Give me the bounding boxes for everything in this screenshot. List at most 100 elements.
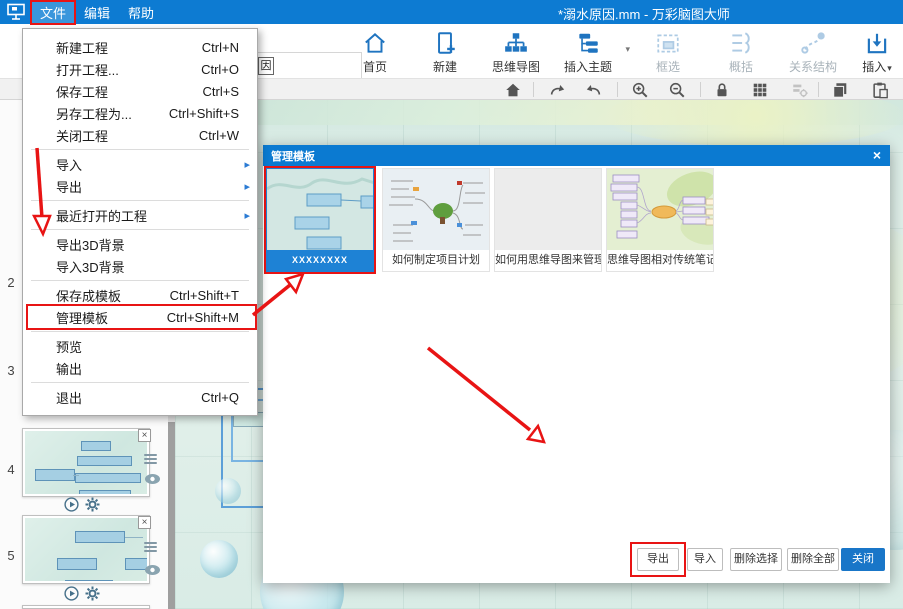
undo-icon[interactable] bbox=[582, 80, 606, 100]
menu-separator bbox=[31, 200, 249, 201]
slide-thumbnail-partial[interactable] bbox=[22, 605, 150, 609]
slide-menu-icon[interactable] bbox=[144, 540, 157, 554]
template-label: 如何用思维导图来管理工... bbox=[495, 250, 601, 271]
bubble-decoration bbox=[200, 540, 238, 578]
menu-item-export-3d-background[interactable]: 导出3D背景 bbox=[23, 233, 257, 255]
toolbar-summary-button[interactable]: 概括 bbox=[705, 28, 777, 76]
home-icon[interactable] bbox=[501, 80, 525, 100]
slide-number: 5 bbox=[4, 548, 18, 563]
slide-play-icon[interactable] bbox=[64, 497, 79, 517]
toolbar-insert-topic-button[interactable]: 插入主题 ▾ bbox=[552, 28, 624, 76]
slide-thumbnail-5[interactable] bbox=[22, 515, 150, 584]
slide-thumbnail-image bbox=[25, 518, 147, 581]
slide-number: 4 bbox=[4, 462, 18, 477]
toolbar-new-button[interactable]: 新建 bbox=[409, 28, 481, 76]
copy-icon[interactable] bbox=[828, 80, 852, 100]
menu-item-preview[interactable]: 预览 bbox=[23, 335, 257, 357]
toolbar-relationship-button[interactable]: 关系结构 bbox=[777, 28, 849, 76]
slide-number: 3 bbox=[4, 363, 18, 378]
template-label: XXXXXXXX bbox=[267, 250, 373, 271]
menu-separator bbox=[31, 229, 249, 230]
template-thumbnail bbox=[607, 169, 713, 252]
mindmap-icon bbox=[480, 28, 552, 58]
file-menu: 新建工程Ctrl+N 打开工程...Ctrl+O 保存工程Ctrl+S 另存工程… bbox=[22, 28, 258, 416]
slide-panel-scrollbar-thumb[interactable] bbox=[168, 422, 175, 609]
menu-item-save-project[interactable]: 保存工程Ctrl+S bbox=[23, 80, 257, 102]
dialog-close-icon[interactable]: × bbox=[873, 147, 881, 163]
template-label: 如何制定项目计划 bbox=[383, 250, 489, 271]
import-button[interactable]: 导入 bbox=[687, 548, 723, 571]
template-card[interactable]: 如何用思维导图来管理工... bbox=[494, 168, 602, 272]
zoom-out-icon[interactable] bbox=[665, 80, 689, 100]
slide-settings-icon[interactable] bbox=[85, 497, 100, 517]
menu-item-manage-templates[interactable]: 管理模板Ctrl+Shift+M bbox=[23, 306, 257, 328]
menu-item-save-project-as[interactable]: 另存工程为...Ctrl+Shift+S bbox=[23, 102, 257, 124]
slide-delete-icon[interactable]: × bbox=[138, 516, 151, 529]
dropdown-caret-icon[interactable]: ▾ bbox=[625, 44, 630, 55]
toolbar-insert-button[interactable]: 插入▾ bbox=[841, 28, 903, 76]
window-title: *溺水原因.mm - 万彩脑图大师 bbox=[558, 4, 730, 23]
toolbar-mindmap-button[interactable]: 思维导图 bbox=[480, 28, 552, 76]
zoom-in-icon[interactable] bbox=[628, 80, 652, 100]
template-card-selected[interactable]: XXXXXXXX bbox=[266, 168, 374, 272]
template-thumbnail bbox=[267, 169, 373, 252]
slide-controls bbox=[64, 497, 100, 517]
close-button[interactable]: 关闭 bbox=[841, 548, 885, 571]
new-document-icon bbox=[409, 28, 481, 58]
template-thumbnail bbox=[495, 169, 601, 252]
toolbar-marquee-select-button[interactable]: 框选 bbox=[632, 28, 704, 76]
delete-all-button[interactable]: 删除全部 bbox=[787, 548, 839, 571]
bubble-decoration bbox=[215, 478, 241, 504]
menu-item-save-as-template[interactable]: 保存成模板Ctrl+Shift+T bbox=[23, 284, 257, 306]
slide-delete-icon[interactable]: × bbox=[138, 429, 151, 442]
slide-thumbnail-image bbox=[25, 431, 147, 494]
dialog-header: 管理模板 × bbox=[263, 145, 890, 166]
grid-icon[interactable] bbox=[748, 80, 772, 100]
slide-number: 2 bbox=[4, 275, 18, 290]
menu-item-import-3d-background[interactable]: 导入3D背景 bbox=[23, 255, 257, 277]
slide-settings-icon[interactable] bbox=[85, 586, 100, 606]
export-button[interactable]: 导出 bbox=[637, 548, 679, 571]
submenu-arrow-icon: ▸ bbox=[244, 158, 250, 171]
slide-thumbnail-4[interactable] bbox=[22, 428, 150, 497]
menu-item-exit[interactable]: 退出Ctrl+Q bbox=[23, 386, 257, 408]
template-card[interactable]: 如何制定项目计划 bbox=[382, 168, 490, 272]
partial-topic-text: 因 bbox=[258, 57, 274, 75]
dialog-title: 管理模板 bbox=[271, 148, 315, 164]
summary-icon bbox=[705, 28, 777, 58]
slide-play-icon[interactable] bbox=[64, 586, 79, 606]
delete-selected-button[interactable]: 删除选择 bbox=[730, 548, 782, 571]
slide-menu-icon[interactable] bbox=[144, 452, 157, 466]
insert-icon bbox=[841, 28, 903, 58]
menu-item-output[interactable]: 输出 bbox=[23, 357, 257, 379]
submenu-arrow-icon: ▸ bbox=[244, 180, 250, 193]
menu-item-import[interactable]: 导入▸ bbox=[23, 153, 257, 175]
dropdown-caret-icon: ▾ bbox=[887, 63, 892, 73]
menu-separator bbox=[31, 149, 249, 150]
layout-settings-icon[interactable] bbox=[788, 80, 812, 100]
menu-edit[interactable]: 编辑 bbox=[75, 1, 119, 24]
paste-icon[interactable] bbox=[868, 80, 892, 100]
menu-separator bbox=[31, 331, 249, 332]
menu-file[interactable]: 文件 bbox=[31, 1, 75, 24]
menu-item-open-project[interactable]: 打开工程...Ctrl+O bbox=[23, 58, 257, 80]
lock-icon[interactable] bbox=[710, 80, 734, 100]
menu-item-new-project[interactable]: 新建工程Ctrl+N bbox=[23, 36, 257, 58]
menu-help[interactable]: 帮助 bbox=[119, 1, 163, 24]
manage-templates-dialog: 管理模板 × XXXXXXXX 如何制定项目计划 如何用思维导图来管理工... … bbox=[263, 145, 890, 583]
relationship-structure-icon bbox=[777, 28, 849, 58]
template-thumbnail bbox=[383, 169, 489, 252]
slide-controls bbox=[64, 586, 100, 606]
title-bar: 文件 编辑 帮助 *溺水原因.mm - 万彩脑图大师 bbox=[0, 0, 903, 24]
slide-visibility-icon[interactable] bbox=[144, 563, 161, 581]
menu-item-recent-projects[interactable]: 最近打开的工程▸ bbox=[23, 204, 257, 226]
menu-separator bbox=[31, 382, 249, 383]
menu-item-close-project[interactable]: 关闭工程Ctrl+W bbox=[23, 124, 257, 146]
insert-topic-icon bbox=[552, 28, 624, 58]
menu-item-export[interactable]: 导出▸ bbox=[23, 175, 257, 197]
template-card[interactable]: 思维导图相对传统笔记有... bbox=[606, 168, 714, 272]
slide-visibility-icon[interactable] bbox=[144, 472, 161, 490]
app-window: 2 3 4 5 × bbox=[0, 0, 903, 609]
redo-icon[interactable] bbox=[545, 80, 569, 100]
template-label: 思维导图相对传统笔记有... bbox=[607, 250, 713, 271]
